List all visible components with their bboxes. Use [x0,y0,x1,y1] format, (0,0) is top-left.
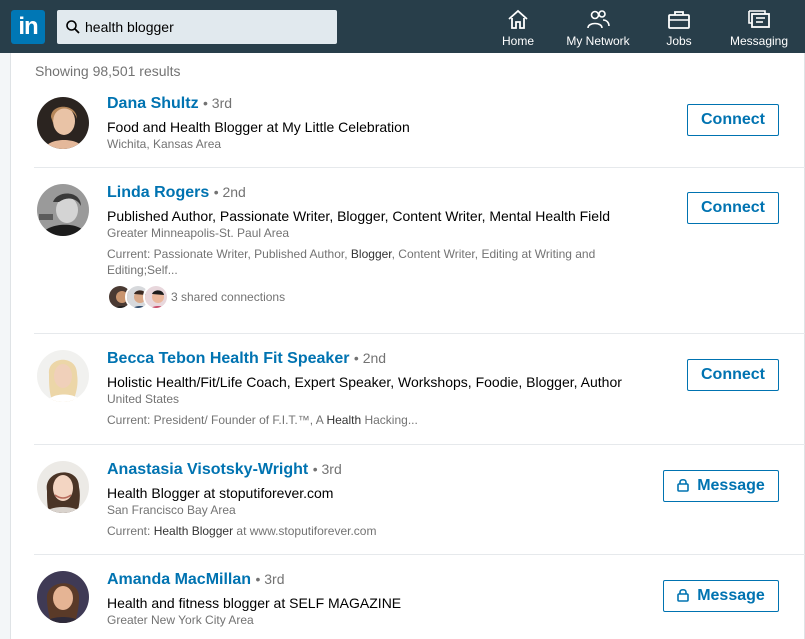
result-item: Linda Rogers • 2nd Published Author, Pas… [11,168,805,334]
nav-jobs-label: Jobs [666,34,692,48]
result-snippet: Current: Passionate Writer, Published Au… [107,247,596,277]
nav-my-network-label: My Network [566,34,630,48]
profile-location: San Francisco Bay Area [107,503,236,517]
connect-button[interactable]: Connect [687,192,779,224]
message-button[interactable]: Message [663,470,779,502]
profile-headline: Health and fitness blogger at SELF MAGAZ… [107,595,402,611]
search-box[interactable] [57,10,337,44]
top-nav-bar: in Home My Network Jobs [0,0,805,53]
profile-name-link[interactable]: Dana Shultz [107,95,199,112]
result-item: Amanda MacMillan • 3rd Health and fitnes… [11,555,805,639]
briefcase-icon [668,11,690,29]
results-count: Showing 98,501 results [35,63,181,79]
result-item: Anastasia Visotsky-Wright • 3rd Health B… [11,445,805,555]
result-item: Dana Shultz • 3rd Food and Health Blogge… [11,83,805,168]
search-results-card: Showing 98,501 results Dana Shultz • 3rd… [10,53,805,639]
search-icon [66,20,80,34]
profile-headline: Health Blogger at stoputiforever.com [107,485,334,501]
linkedin-logo[interactable]: in [11,10,45,44]
profile-location: Wichita, Kansas Area [107,137,222,151]
avatar[interactable] [37,461,89,513]
snippet-highlight: Health [326,413,362,427]
avatar[interactable] [37,184,89,236]
profile-name-link[interactable]: Linda Rogers [107,184,209,201]
connection-degree: • 3rd [312,461,342,477]
nav-jobs[interactable]: Jobs [660,8,698,50]
avatar[interactable] [37,571,89,623]
message-button[interactable]: Message [663,580,779,612]
home-icon [508,9,528,29]
connection-degree: • 2nd [213,184,246,200]
shared-connection-avatar [143,284,169,310]
result-name-line: Anastasia Visotsky-Wright • 3rd [107,461,342,479]
profile-location: Greater New York City Area [107,613,254,627]
connection-degree: • 2nd [353,350,387,366]
profile-name-link[interactable]: Becca Tebon Health Fit Speaker [107,350,349,367]
profile-headline: Food and Health Blogger at My Little Cel… [107,119,410,135]
snippet-highlight: Blogger [350,247,392,261]
result-item: Becca Tebon Health Fit Speaker • 2nd Hol… [11,334,805,445]
nav-messaging[interactable]: Messaging [728,8,790,50]
avatar[interactable] [37,350,89,402]
result-snippet: Current: Health Blogger at www.stoputifo… [107,524,377,538]
shared-connections[interactable]: 3 shared connections [107,284,307,312]
connect-button[interactable]: Connect [687,104,779,136]
avatar[interactable] [37,97,89,149]
message-button-label: Message [697,587,765,604]
result-name-line: Becca Tebon Health Fit Speaker • 2nd [107,350,386,368]
nav-messaging-label: Messaging [729,34,789,48]
result-name-line: Dana Shultz • 3rd [107,95,232,113]
connect-button[interactable]: Connect [687,359,779,391]
connection-degree: • 3rd [203,95,233,111]
connection-degree: • 3rd [255,571,285,587]
nav-home[interactable]: Home [498,8,538,50]
result-snippet: Current: President/ Founder of F.I.T.™, … [107,413,418,427]
messaging-icon [748,10,770,28]
result-name-line: Amanda MacMillan • 3rd [107,571,285,589]
snippet-highlight: Health Blogger [153,524,234,538]
search-input[interactable] [85,10,330,44]
profile-location: Greater Minneapolis-St. Paul Area [107,226,290,240]
profile-headline: Published Author, Passionate Writer, Blo… [107,208,610,224]
profile-headline: Holistic Health/Fit/Life Coach, Expert S… [107,374,622,390]
my-network-icon [587,10,610,29]
message-button-label: Message [697,477,765,494]
result-name-line: Linda Rogers • 2nd [107,184,246,202]
profile-name-link[interactable]: Anastasia Visotsky-Wright [107,461,308,478]
profile-name-link[interactable]: Amanda MacMillan [107,571,251,588]
nav-home-label: Home [501,34,534,48]
lock-icon [677,478,690,492]
lock-icon [677,588,690,602]
shared-connections-text: 3 shared connections [171,290,286,304]
profile-location: United States [107,392,180,406]
nav-my-network[interactable]: My Network [562,8,634,50]
